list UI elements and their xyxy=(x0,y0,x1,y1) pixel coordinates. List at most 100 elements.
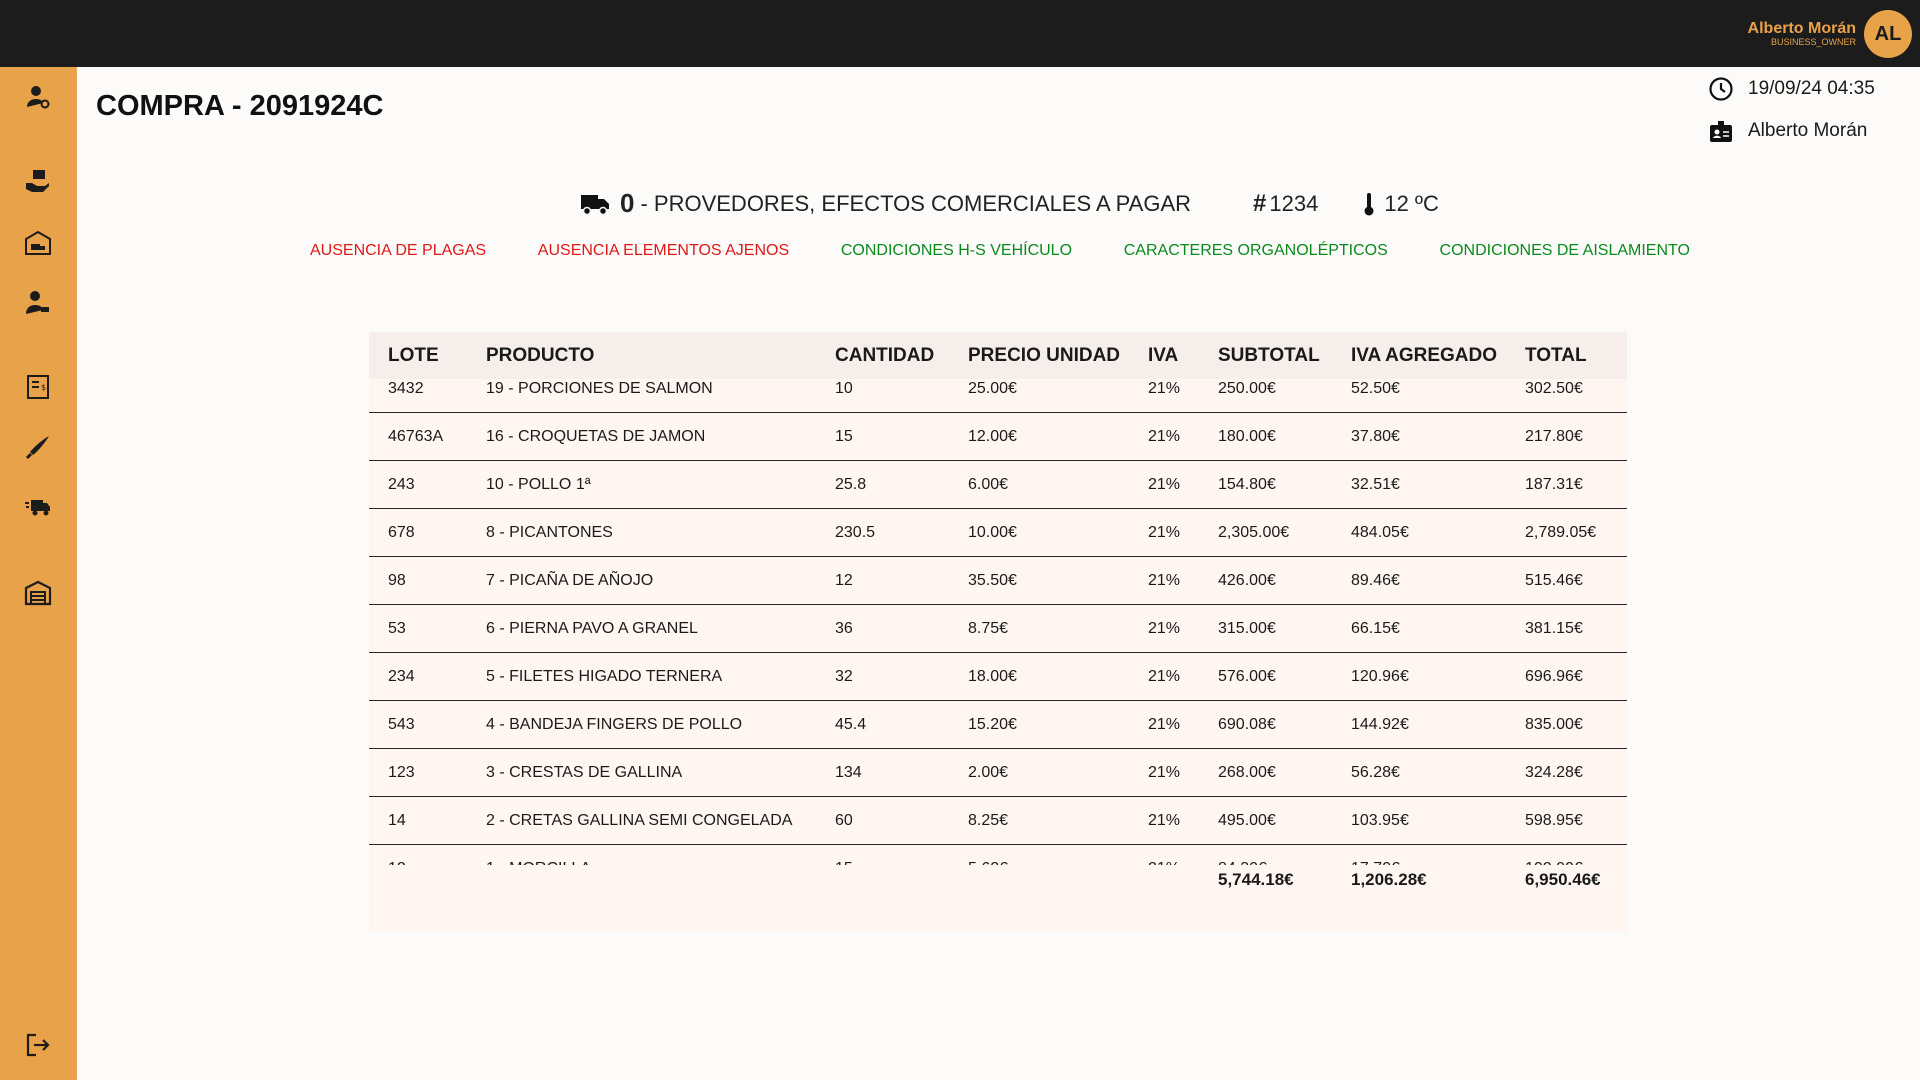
cell-total: 217.80€ xyxy=(1525,427,1583,445)
temperature-group: 12 ºC xyxy=(1362,191,1439,217)
column-header-producto[interactable]: PRODUCTO xyxy=(467,345,816,367)
quality-checks: AUSENCIA DE PLAGAS AUSENCIA ELEMENTOS AJ… xyxy=(310,242,1690,260)
column-header-precio-unidad[interactable]: PRECIO UNIDAD xyxy=(949,345,1129,367)
hand-box-icon xyxy=(26,170,49,192)
cell-iva: 21% xyxy=(1148,427,1181,445)
cell-subtotal: 426.00€ xyxy=(1218,571,1276,589)
delivery-truck-icon xyxy=(25,500,50,516)
cell-producto: 2 - CRETAS GALLINA SEMI CONGELADA xyxy=(486,811,793,829)
column-header-lote[interactable]: LOTE xyxy=(369,345,467,367)
table-row[interactable]: 123 3 - CRESTAS DE GALLINA 134 2.00€ 21% 268.… xyxy=(369,749,1627,797)
sidebar-item-delivery-truck[interactable] xyxy=(22,491,54,523)
datetime-row: 19/09/24 04:35 xyxy=(1708,74,1898,104)
cell-iva: 21% xyxy=(1148,571,1181,589)
cell-iva-agregado: 484.05€ xyxy=(1351,523,1409,541)
cell-iva-agregado: 37.80€ xyxy=(1351,427,1400,445)
cell-producto: 19 - PORCIONES DE SALMON xyxy=(486,379,713,397)
sidebar-item-document-money[interactable]: $ xyxy=(22,371,54,403)
cell-precio-unidad: 25.00€ xyxy=(968,379,1017,397)
cell-iva: 21% xyxy=(1148,715,1181,733)
cell-total: 381.15€ xyxy=(1525,619,1583,637)
cell-iva: 21% xyxy=(1148,523,1181,541)
table-row[interactable]: 14 2 - CRETAS GALLINA SEMI CONGELADA 60 8.2… xyxy=(369,797,1627,845)
person-cart-icon xyxy=(26,291,49,314)
cell-precio-unidad: 15.20€ xyxy=(968,715,1017,733)
logout-button[interactable] xyxy=(22,1029,54,1061)
sidebar-item-warehouse-truck[interactable] xyxy=(22,227,54,259)
avatar[interactable]: AL xyxy=(1864,10,1912,58)
document-money-icon: $ xyxy=(27,375,49,399)
sidebar-item-storehouse[interactable] xyxy=(22,577,54,609)
cell-lote: 678 xyxy=(388,523,415,541)
check-aislamiento[interactable]: CONDICIONES DE AISLAMIENTO xyxy=(1440,242,1690,260)
cell-lote: 543 xyxy=(388,715,415,733)
cell-iva: 21% xyxy=(1148,667,1181,685)
table-row[interactable]: 121 - MORCILLA155.62€21%84.30€17.70€102.… xyxy=(369,845,1627,866)
cell-iva-agregado: 144.92€ xyxy=(1351,715,1409,733)
table-row[interactable]: 3432 19 - PORCIONES DE SALMON 10 25.00€ 21% 2… xyxy=(369,379,1627,413)
sidebar-item-knife[interactable] xyxy=(22,431,54,463)
sidebar-item-hand-box[interactable] xyxy=(22,165,54,197)
cell-iva: 21% xyxy=(1148,811,1181,829)
cell-lote: 46763A xyxy=(388,427,444,445)
cell-producto: 5 - FILETES HIGADO TERNERA xyxy=(486,667,723,685)
cell-lote: 14 xyxy=(388,811,406,829)
column-header-iva[interactable]: IVA xyxy=(1129,345,1199,367)
page-meta: 19/09/24 04:35 Alberto Morán xyxy=(1708,74,1898,158)
check-elementos-ajenos[interactable]: AUSENCIA ELEMENTOS AJENOS xyxy=(538,242,789,260)
temperature: 12 ºC xyxy=(1384,190,1439,216)
sidebar-item-person-cart[interactable] xyxy=(22,287,54,319)
cell-total: 324.28€ xyxy=(1525,763,1583,781)
thermometer-icon xyxy=(1364,192,1374,215)
cell-cantidad: 36 xyxy=(835,619,853,637)
cell-iva: 21% xyxy=(1148,619,1181,637)
cell-subtotal: 576.00€ xyxy=(1218,667,1276,685)
table-row[interactable]: 678 8 - PICANTONES 230.5 10.00€ 21% 2,305.00€… xyxy=(369,509,1627,557)
table-row[interactable]: 46763A 16 - CROQUETAS DE JAMON 15 12.00€ 21%… xyxy=(369,413,1627,461)
user-role: BUSINESS_OWNER xyxy=(1770,37,1856,47)
cell-total: 102.00€ xyxy=(1506,860,1627,866)
cell-subtotal: 690.08€ xyxy=(1218,715,1276,733)
cell-iva-agregado: 17.70€ xyxy=(1332,860,1506,866)
cell-subtotal: 180.00€ xyxy=(1218,427,1276,445)
cell-producto: 16 - CROQUETAS DE JAMON xyxy=(486,427,706,445)
cell-lote: 234 xyxy=(388,667,415,685)
cell-producto: 3 - CRESTAS DE GALLINA xyxy=(486,763,683,781)
cell-producto: 4 - BANDEJA FINGERS DE POLLO xyxy=(486,715,743,733)
cell-cantidad: 10 xyxy=(835,379,853,397)
table-row[interactable]: 543 4 - BANDEJA FINGERS DE POLLO 45.4 15.20… xyxy=(369,701,1627,749)
column-header-subtotal[interactable]: SUBTOTAL xyxy=(1199,345,1332,367)
sidebar-item-user-settings[interactable] xyxy=(22,81,54,113)
table-body[interactable]: 3432 19 - PORCIONES DE SALMON 10 25.00€ 21% 2… xyxy=(369,379,1627,865)
table-row[interactable]: 234 5 - FILETES HIGADO TERNERA 32 18.00€ 21%… xyxy=(369,653,1627,701)
cell-cantidad: 32 xyxy=(835,667,853,685)
cell-subtotal: 495.00€ xyxy=(1218,811,1276,829)
user-info: Alberto Morán BUSINESS_OWNER xyxy=(1748,21,1856,47)
user-menu[interactable]: Alberto Morán BUSINESS_OWNER AL xyxy=(1748,10,1912,58)
cell-producto: 8 - PICANTONES xyxy=(486,523,613,541)
hash-icon: # xyxy=(1253,189,1267,217)
number-group: # 1234 xyxy=(1253,190,1318,218)
cell-iva-agregado: 32.51€ xyxy=(1351,475,1400,493)
logout-icon xyxy=(26,1033,50,1057)
cell-producto: 10 - POLLO 1ª xyxy=(486,475,591,493)
user-name: Alberto Morán xyxy=(1747,20,1856,37)
cell-subtotal: 84.30€ xyxy=(1199,860,1332,866)
check-plagas[interactable]: AUSENCIA DE PLAGAS xyxy=(310,242,486,260)
table-row[interactable]: 53 6 - PIERNA PAVO A GRANEL 36 8.75€ 21% 315.… xyxy=(369,605,1627,653)
cell-cantidad: 60 xyxy=(835,811,853,829)
table-row[interactable]: 98 7 - PICAÑA DE AÑOJO 12 35.50€ 21% 426.00€ 8… xyxy=(369,557,1627,605)
cell-iva-agregado: 52.50€ xyxy=(1351,379,1400,397)
column-header-iva-agregado[interactable]: IVA AGREGADO xyxy=(1332,345,1506,367)
table-row[interactable]: 243 10 - POLLO 1ª 25.8 6.00€ 21% 154.80€ 32.51… xyxy=(369,461,1627,509)
cell-cantidad: 45.4 xyxy=(835,715,867,733)
check-condiciones-vehiculo[interactable]: CONDICIONES H-S VEHÍCULO xyxy=(841,242,1072,260)
cell-precio-unidad: 35.50€ xyxy=(968,571,1017,589)
table-rows: 3432 19 - PORCIONES DE SALMON 10 25.00€ 21% 2… xyxy=(369,379,1627,865)
column-header-cantidad[interactable]: CANTIDAD xyxy=(816,345,949,367)
column-header-total[interactable]: TOTAL xyxy=(1506,345,1627,367)
cell-cantidad: 15 xyxy=(835,427,853,445)
page-title: COMPRA - 2091924C xyxy=(96,90,384,122)
check-organolepticos[interactable]: CARACTERES ORGANOLÉPTICOS xyxy=(1124,242,1388,260)
cell-cantidad: 134 xyxy=(835,763,862,781)
